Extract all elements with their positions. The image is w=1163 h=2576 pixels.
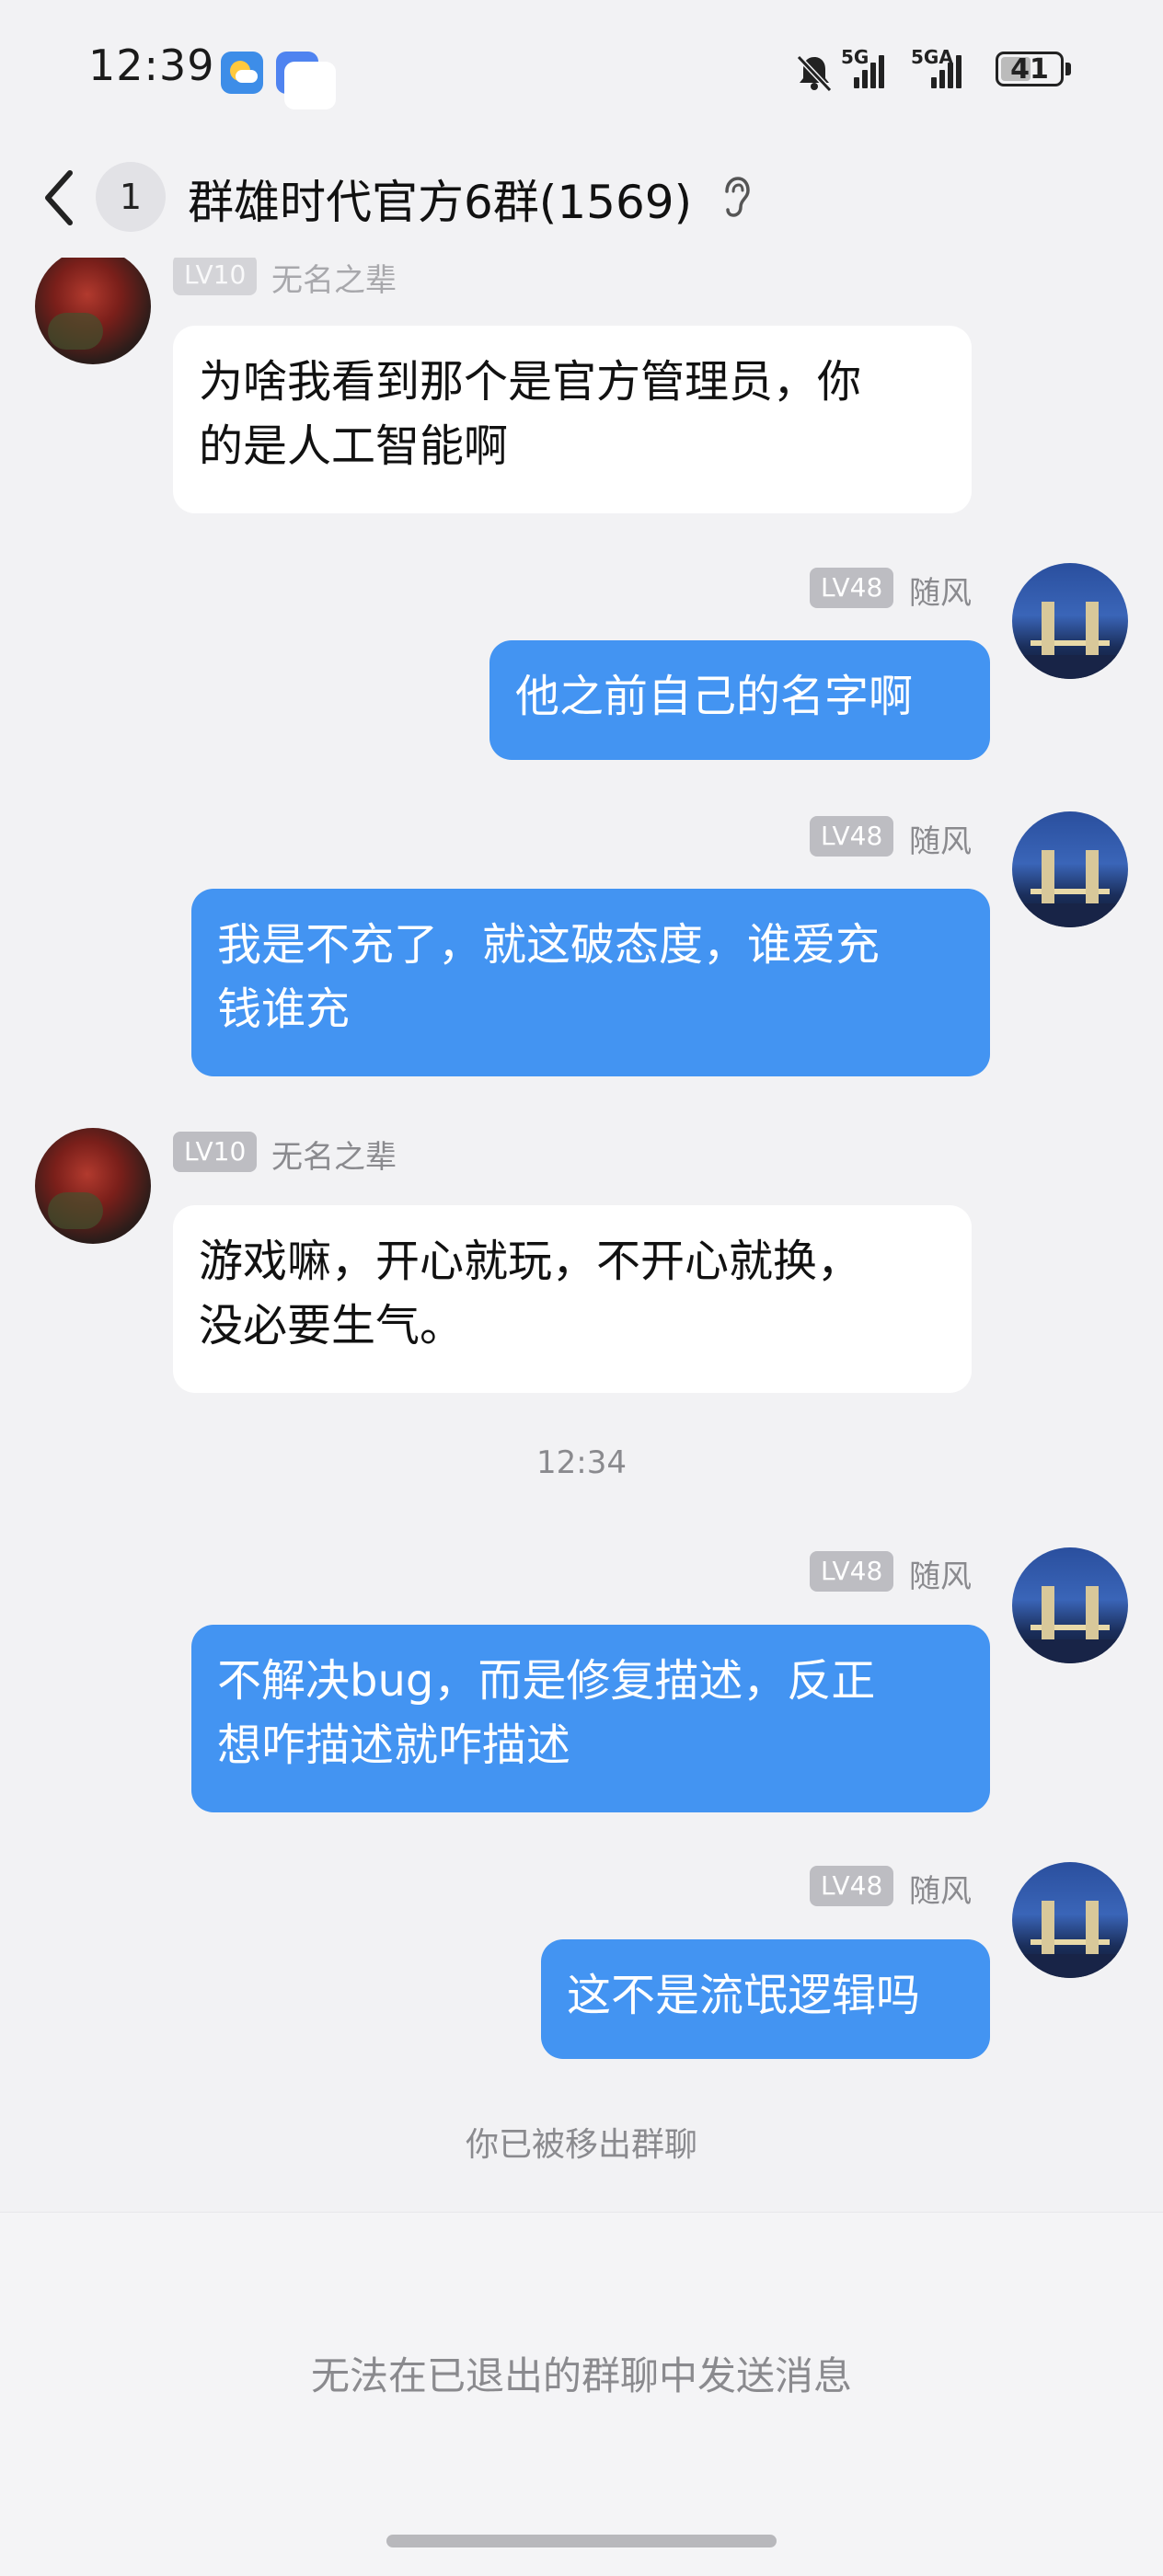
sender-name: 随风 (909, 1873, 972, 1910)
sender-name: 无名之辈 (271, 262, 397, 299)
message-text-line: 的是人工智能啊 (199, 420, 509, 472)
sender-name: 随风 (909, 575, 972, 612)
message-text-line: 这不是流氓逻辑吗 (567, 1970, 921, 2021)
signal-icon (852, 52, 889, 88)
signal-icon-2 (929, 52, 966, 88)
message-bubble[interactable]: 他之前自己的名字啊 (489, 640, 990, 760)
sender-name: 随风 (909, 1558, 972, 1595)
avatar-suifeng[interactable] (1012, 1862, 1128, 1978)
home-indicator[interactable] (386, 2535, 777, 2547)
input-disabled-text: 无法在已退出的群聊中发送消息 (310, 2353, 852, 2398)
message-text-line: 我是不充了，就这破态度，谁爱充 (217, 919, 881, 971)
message-text-line: 他之前自己的名字啊 (515, 671, 914, 722)
time-separator: 12:34 (536, 1444, 627, 1481)
page-title-front[interactable]: 群雄时代官方6群(1569) (188, 166, 692, 232)
status-bar: 12:39 5G 5GA 41 (0, 0, 1163, 138)
message-bubble[interactable]: 为啥我看到那个是官方管理员，你 的是人工智能啊 (173, 326, 972, 513)
message-bubble[interactable]: 这不是流氓逻辑吗 (541, 1939, 990, 2059)
ear-icon-front[interactable] (718, 175, 754, 221)
battery-icon: 41 (996, 52, 1071, 86)
message-text-line: 为啥我看到那个是官方管理员，你 (199, 356, 862, 408)
avatar-suifeng[interactable] (1012, 811, 1128, 927)
messages-app-icon (276, 52, 336, 109)
battery-level: 41 (1010, 53, 1049, 86)
avatar-wumingzhibei[interactable] (35, 1128, 151, 1244)
level-badge: LV10 (173, 1132, 258, 1172)
back-icon-front[interactable] (37, 166, 83, 230)
system-note-removed: 你已被移出群聊 (465, 2126, 697, 2164)
message-text-line: 不解决bug，而是修复描述，反正 (217, 1655, 876, 1707)
level-badge: LV48 (810, 1551, 894, 1592)
message-text-line: 游戏嘛，开心就玩，不开心就换， (199, 1236, 862, 1287)
level-badge: LV48 (810, 816, 894, 857)
avatar-suifeng[interactable] (1012, 563, 1128, 679)
bell-off-icon (796, 54, 833, 93)
message-bubble[interactable]: 我是不充了，就这破态度，谁爱充 钱谁充 (191, 889, 990, 1076)
status-time: 12:39 (88, 40, 215, 90)
unread-count-badge-front[interactable]: 1 (96, 162, 166, 232)
sender-name: 无名之辈 (271, 1139, 397, 1176)
message-bubble[interactable]: 游戏嘛，开心就玩，不开心就换， 没必要生气。 (173, 1205, 972, 1393)
message-text-line: 没必要生气。 (199, 1300, 465, 1351)
sender-name: 随风 (909, 823, 972, 860)
level-badge: LV10 (173, 255, 258, 295)
message-bubble[interactable]: 不解决bug，而是修复描述，反正 想咋描述就咋描述 (191, 1625, 990, 1812)
avatar-suifeng[interactable] (1012, 1547, 1128, 1663)
message-text-line: 想咋描述就咋描述 (217, 1719, 571, 1771)
status-indicators: 5G 5GA 41 (791, 46, 1086, 98)
avatar-wumingzhibei[interactable] (35, 248, 151, 364)
input-area-disabled: 无法在已退出的群聊中发送消息 (0, 2212, 1163, 2576)
level-badge: LV48 (810, 1866, 894, 1906)
message-text-line: 钱谁充 (217, 983, 351, 1035)
weather-app-icon (221, 52, 263, 94)
level-badge: LV48 (810, 568, 894, 608)
